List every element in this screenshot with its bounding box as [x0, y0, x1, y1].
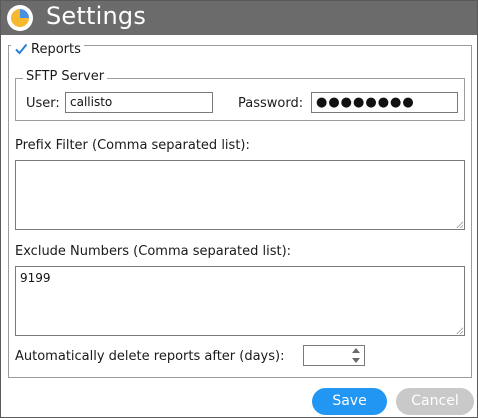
reports-label: Reports: [31, 41, 81, 57]
auto-delete-days-spinner[interactable]: [303, 345, 365, 366]
resize-grip-icon[interactable]: [456, 221, 463, 228]
spin-down-icon[interactable]: [352, 358, 360, 363]
exclude-numbers-textarea[interactable]: 9199: [15, 266, 465, 336]
settings-window: Settings Reports SFTP Server User: calli…: [0, 0, 478, 418]
password-label: Password:: [238, 96, 304, 111]
auto-delete-label: Automatically delete reports after (days…: [15, 349, 285, 364]
user-label: User:: [26, 96, 60, 111]
exclude-numbers-label: Exclude Numbers (Comma separated list):: [15, 244, 292, 259]
exclude-numbers-value: 9199: [20, 271, 51, 285]
resize-grip-icon[interactable]: [456, 327, 463, 334]
password-input[interactable]: ●●●●●●●●: [311, 92, 458, 113]
reports-toggle[interactable]: Reports: [11, 41, 84, 57]
settings-content: Reports SFTP Server User: callisto Passw…: [1, 35, 477, 378]
spin-up-icon[interactable]: [352, 348, 360, 353]
prefix-filter-label: Prefix Filter (Comma separated list):: [15, 138, 250, 153]
prefix-filter-textarea[interactable]: [15, 160, 465, 230]
checkmark-icon: [15, 43, 28, 55]
window-title: Settings: [46, 2, 147, 30]
app-logo-icon: [7, 5, 33, 31]
user-input[interactable]: callisto: [65, 92, 213, 113]
sftp-server-legend: SFTP Server: [23, 69, 108, 84]
save-button[interactable]: Save: [312, 388, 387, 415]
title-bar: Settings: [1, 1, 477, 35]
cancel-button[interactable]: Cancel: [396, 388, 474, 415]
